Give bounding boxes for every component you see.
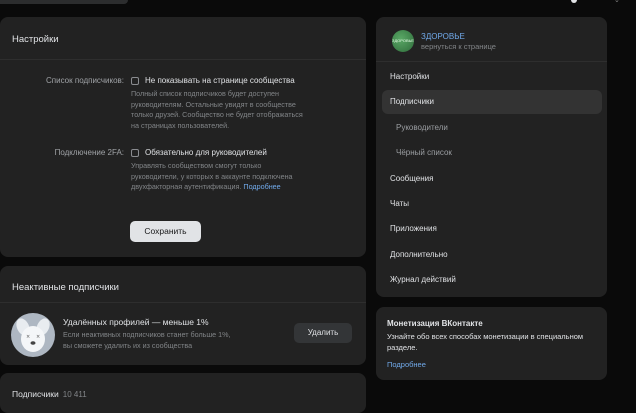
search-bar[interactable] [0, 0, 128, 4]
nav-item-chats[interactable]: Чаты [390, 199, 409, 208]
delete-button[interactable]: Удалить [294, 323, 352, 343]
svg-text:×: × [26, 334, 30, 340]
subscribers-title: Подписчики 10 411 [12, 389, 87, 399]
twofa-option[interactable]: Обязательно для руководителей [145, 148, 267, 157]
hide-subscribers-option[interactable]: Не показывать на странице сообщества [145, 76, 295, 85]
hint-line: вы сможете удалить их из сообщества [63, 340, 193, 350]
nav-item-messages[interactable]: Сообщения [390, 174, 433, 183]
divider [0, 302, 366, 303]
community-name[interactable]: ЗДОРОВЬЕ [421, 32, 465, 41]
nav-item-settings[interactable]: Настройки [390, 72, 429, 81]
twofa-hint: Управлять сообществом смогут только руко… [131, 161, 293, 193]
deleted-profiles-hint: Если неактивных подписчиков станет больш… [63, 330, 231, 351]
monetization-title: Монетизация ВКонтакте [387, 319, 483, 328]
back-to-page-link[interactable]: вернуться к странице [421, 42, 496, 51]
notification-icon[interactable] [571, 0, 577, 3]
svg-text:×: × [36, 334, 40, 340]
settings-title: Настройки [12, 34, 59, 45]
monetization-text: Узнайте обо всех способах монетизации в … [387, 332, 584, 352]
hint-line: Если неактивных подписчиков станет больш… [63, 330, 231, 339]
divider [376, 61, 607, 62]
hint-line: руководители, у которых в аккаунте подкл… [131, 171, 293, 181]
avatar-text: ЗДОРОВЬЕ [392, 38, 414, 43]
nav-item-subscribers[interactable]: Подписчики [390, 97, 434, 106]
deleted-profile-dog-icon: × × [11, 313, 55, 357]
hint-line: Полный список подписчиков будет доступен [131, 89, 279, 98]
community-avatar[interactable]: ЗДОРОВЬЕ [392, 30, 414, 52]
hint-line: двухфакторная аутентификация. Подробнее [131, 182, 293, 193]
divider [0, 59, 366, 60]
nav-item-blacklist[interactable]: Чёрный список [396, 148, 452, 157]
subscribers-count: 10 411 [62, 390, 87, 399]
chevron-down-icon[interactable]: ⌄ [614, 0, 620, 4]
nav-item-managers[interactable]: Руководители [396, 123, 448, 132]
subscribers-title-text: Подписчики [12, 389, 59, 399]
hint-line: только друзей. Сообщество не будет отобр… [131, 110, 303, 119]
monetization-more-link[interactable]: Подробнее [387, 360, 426, 369]
deleted-profiles-title: Удалённых профилей — меньше 1% [63, 317, 209, 327]
nav-item-action-log[interactable]: Журнал действий [390, 275, 456, 284]
twofa-label: Подключение 2FA: [54, 148, 124, 157]
nav-item-apps[interactable]: Приложения [390, 224, 437, 233]
hint-line: Управлять сообществом смогут только [131, 161, 262, 170]
hint-line: на страницах пользователей. [131, 120, 230, 130]
subscribers-list-hint: Полный список подписчиков будет доступен… [131, 89, 303, 131]
nav-item-advanced[interactable]: Дополнительно [390, 250, 448, 259]
twofa-more-link[interactable]: Подробнее [243, 182, 280, 191]
inactive-title: Неактивные подписчики [12, 282, 119, 293]
hide-subscribers-checkbox[interactable] [131, 77, 139, 85]
hint-line: руководителям. Остальные увидят в сообще… [131, 99, 296, 109]
top-bar: ⌄ [0, 0, 636, 7]
save-button[interactable]: Сохранить [130, 221, 201, 242]
twofa-checkbox[interactable] [131, 149, 139, 157]
subscribers-list-label: Список подписчиков: [46, 76, 124, 85]
hint-text: двухфакторная аутентификация. [131, 182, 242, 191]
